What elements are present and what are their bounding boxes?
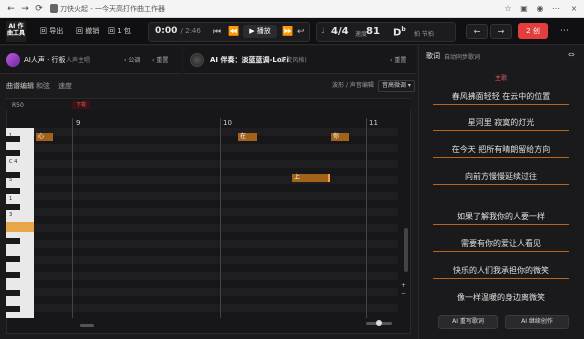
zoom-slider-thumb[interactable] bbox=[376, 320, 382, 326]
key-label: 5 bbox=[9, 177, 13, 183]
profile-icon[interactable]: ◉ bbox=[535, 4, 545, 14]
time-signature[interactable]: 4/4 bbox=[331, 26, 349, 37]
extensions-icon[interactable]: ▣ bbox=[519, 4, 529, 14]
bar-line bbox=[366, 118, 367, 318]
waveform-toggle[interactable]: 波形 / 声音编辑 bbox=[332, 78, 374, 94]
horizontal-scrollbar[interactable] bbox=[80, 324, 94, 327]
lyric-line[interactable]: 在今天 把所有晴朗留给方向 bbox=[418, 144, 584, 156]
black-key[interactable] bbox=[6, 238, 20, 244]
create-button[interactable]: 2 创 bbox=[518, 23, 548, 39]
forward-icon[interactable]: → bbox=[20, 4, 30, 14]
lyric-underline bbox=[433, 130, 569, 131]
lyric-underline bbox=[433, 278, 569, 279]
step-forward-icon[interactable]: ⏩ bbox=[282, 26, 293, 38]
black-key[interactable] bbox=[6, 272, 20, 278]
lyric-underline bbox=[433, 224, 569, 225]
tab-chords[interactable]: 和弦 bbox=[36, 78, 50, 94]
marker-badge[interactable]: 下载 bbox=[72, 101, 90, 109]
bar-line bbox=[72, 118, 73, 318]
zoom-in-icon[interactable]: + − bbox=[401, 282, 406, 298]
note-grid[interactable] bbox=[34, 128, 398, 318]
page-title[interactable]: 刀快火起 - 一今天高打作曲工作器 bbox=[60, 4, 165, 14]
lyric-underline bbox=[433, 157, 569, 158]
lyric-underline bbox=[433, 184, 569, 185]
close-icon[interactable]: × bbox=[569, 4, 579, 14]
lane-label: R50 bbox=[12, 102, 24, 109]
key-label: C 4 bbox=[9, 159, 18, 165]
key-label: 1 bbox=[9, 196, 13, 202]
redo-icon[interactable]: → bbox=[490, 24, 512, 39]
more-icon[interactable]: ⋯ bbox=[560, 26, 569, 36]
lyric-underline bbox=[433, 104, 569, 105]
section-label: 主歌 bbox=[494, 75, 507, 82]
accompaniment-reset[interactable]: ‹ 重置 bbox=[390, 55, 406, 64]
ai-rewrite-button[interactable]: AI 重写歌词 bbox=[438, 315, 498, 329]
key-value[interactable]: Db bbox=[393, 26, 406, 38]
metronome-icon[interactable]: ♩ bbox=[321, 26, 325, 35]
back-icon[interactable]: ← bbox=[6, 4, 16, 14]
black-key[interactable] bbox=[6, 306, 20, 312]
tab-tempo[interactable]: 速度 bbox=[58, 78, 72, 94]
rewind-icon[interactable]: ⏮ bbox=[213, 26, 221, 38]
note-block[interactable]: 心 bbox=[36, 133, 53, 141]
vocal-track-header: AI人声 · 行板 人声主唱 ‹ 公调 ‹ 重置 bbox=[0, 46, 182, 74]
vocal-track-subtitle: 人声主唱 bbox=[66, 57, 91, 64]
key-label: 1 bbox=[9, 133, 13, 139]
lyric-line[interactable]: 星河里 寂寞的灯光 bbox=[418, 117, 584, 129]
export-button[interactable]: 回 导出 bbox=[40, 24, 63, 38]
bar-number-1: 9 bbox=[76, 119, 81, 127]
vocal-ctrl-1[interactable]: ‹ 公调 bbox=[124, 55, 140, 64]
black-key[interactable] bbox=[6, 204, 20, 210]
play-button[interactable]: ▶ 播放 bbox=[243, 25, 277, 38]
black-key[interactable] bbox=[6, 150, 20, 156]
bar-number-3: 11 bbox=[369, 119, 378, 127]
site-icon bbox=[50, 4, 58, 13]
lyric-line[interactable]: 需要有你的爱让人看见 bbox=[418, 238, 584, 250]
note-block[interactable]: 在 bbox=[238, 133, 257, 141]
reload-icon[interactable]: ⟳ bbox=[34, 4, 44, 14]
lyric-line[interactable]: 向前方慢慢延续过往 bbox=[418, 171, 584, 183]
accompaniment-track-header: AI 伴奏：淡蓝蓝调-LoFi (改变风格) ‹ 重置 bbox=[184, 46, 416, 74]
note-block[interactable]: 你 bbox=[331, 133, 349, 141]
active-key[interactable] bbox=[6, 222, 34, 232]
lyric-line[interactable]: 快乐的人们我承担你的微笑 bbox=[418, 265, 584, 277]
bar-number-2: 10 bbox=[223, 119, 232, 127]
browser-bar: ← → ⟳ 刀快火起 - 一今天高打作曲工作器 ☆ ▣ ◉ ⋯ × bbox=[0, 0, 584, 18]
lyrics-menu-icon[interactable]: ⇔ bbox=[568, 50, 575, 59]
step-back-icon[interactable]: ⏪ bbox=[228, 26, 239, 38]
beat-label[interactable]: 拍 节拍 bbox=[414, 29, 434, 38]
black-key[interactable] bbox=[6, 188, 20, 194]
star-icon[interactable]: ☆ bbox=[503, 4, 513, 14]
undo-button[interactable]: 回 撤销 bbox=[76, 24, 99, 38]
loop-icon[interactable]: ↩ bbox=[297, 26, 305, 38]
undo-icon[interactable]: ← bbox=[466, 24, 488, 39]
accompaniment-track-name: AI 伴奏：淡蓝蓝调-LoFi bbox=[210, 56, 289, 64]
key-label: 3 bbox=[9, 212, 13, 218]
black-key[interactable] bbox=[6, 290, 20, 296]
accompaniment-subtitle: (改变风格) bbox=[278, 57, 307, 64]
timeline-ruler[interactable] bbox=[6, 100, 411, 110]
lyric-line[interactable]: 如果了解我你的人要一样 bbox=[418, 211, 584, 223]
menu-icon[interactable]: ⋯ bbox=[551, 4, 561, 14]
bar-line bbox=[220, 118, 221, 318]
black-key[interactable] bbox=[6, 256, 20, 262]
vocal-avatar bbox=[6, 53, 20, 67]
tab-score[interactable]: 曲谱编辑 bbox=[6, 78, 34, 94]
lyrics-subtitle: 自动同步歌词 bbox=[444, 54, 481, 61]
tempo-value[interactable]: 81 bbox=[366, 26, 380, 37]
time-display: 0:00 / 2:46 bbox=[155, 26, 201, 36]
lyrics-title: 歌词 bbox=[426, 52, 440, 60]
note-block[interactable]: 上 bbox=[292, 174, 330, 182]
track-button[interactable]: 回 1 包 bbox=[108, 24, 131, 38]
lyric-line[interactable]: 像一样温暖的身边离微笑 bbox=[418, 292, 584, 304]
vertical-scrollbar[interactable] bbox=[404, 228, 408, 272]
ai-continue-button[interactable]: AI 继续创作 bbox=[505, 315, 569, 329]
lyric-line[interactable]: 春风拂面轻轻 在云中的位置 bbox=[418, 91, 584, 103]
vocal-track-name: AI人声 · 行板 bbox=[24, 56, 66, 64]
accompaniment-avatar bbox=[190, 53, 204, 67]
vocal-ctrl-2[interactable]: ‹ 重置 bbox=[152, 55, 168, 64]
app-logo[interactable]: AI 作曲工具 bbox=[6, 21, 26, 42]
pitch-tune-dropdown[interactable]: 音高微调 ▾ bbox=[378, 80, 415, 92]
lyric-underline bbox=[433, 251, 569, 252]
